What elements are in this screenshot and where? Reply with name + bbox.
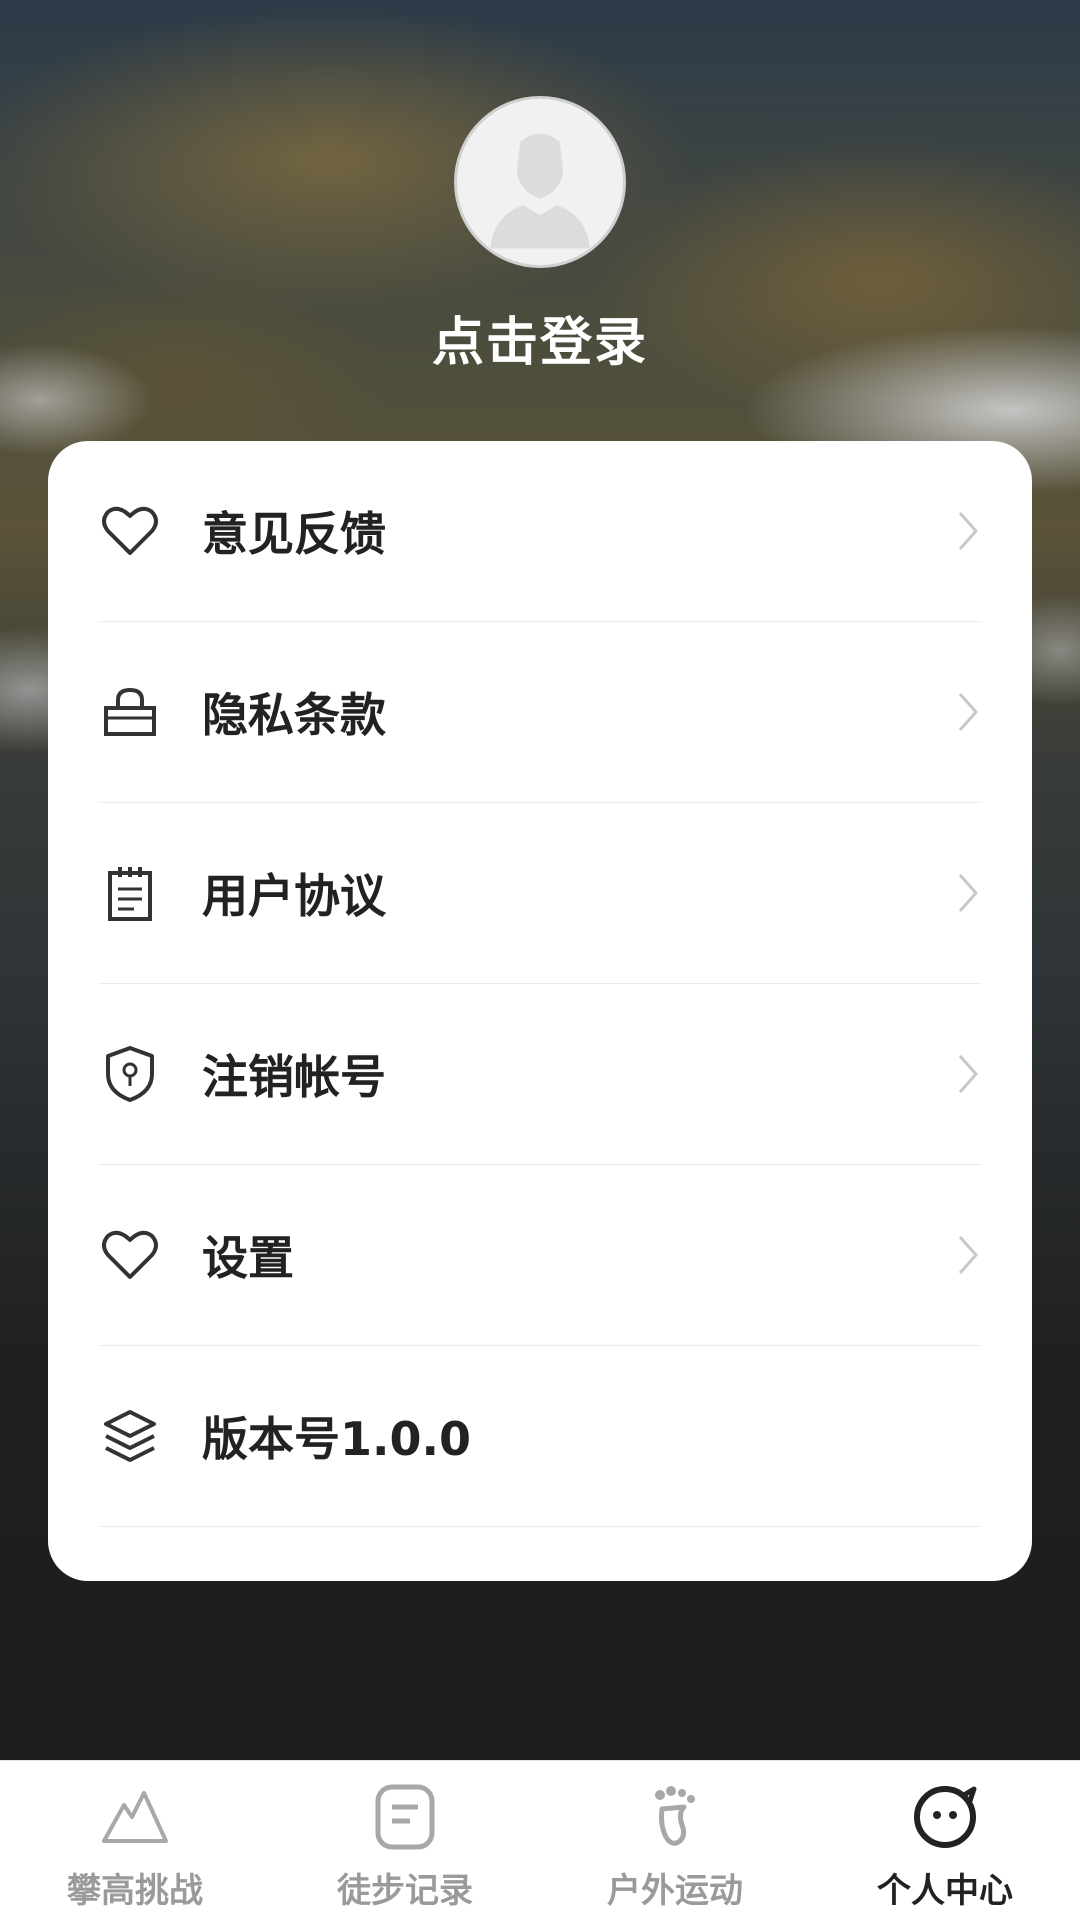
menu-item-label: 用户协议	[202, 869, 386, 923]
heart-icon	[98, 499, 162, 563]
menu-item-user-agreement[interactable]: 用户协议	[98, 803, 982, 984]
bag-lock-icon	[98, 680, 162, 744]
tab-hiking-record[interactable]: 徒步记录	[270, 1761, 540, 1920]
menu-item-settings[interactable]: 设置	[98, 1165, 982, 1346]
menu-item-label: 注销帐号	[202, 1050, 386, 1104]
menu-card: 意见反馈 隐私条款 用户协议 注销帐号 设置 版本号1.0.0	[48, 441, 1032, 1581]
heart-icon	[98, 1223, 162, 1287]
tab-label: 徒步记录	[337, 1871, 473, 1911]
tab-label: 攀高挑战	[67, 1871, 203, 1911]
version-label: 版本号1.0.0	[202, 1412, 471, 1466]
shield-key-icon	[98, 1042, 162, 1106]
tab-label: 户外运动	[607, 1871, 743, 1911]
menu-item-label: 隐私条款	[202, 688, 386, 742]
note-icon	[368, 1779, 442, 1853]
menu-item-feedback[interactable]: 意见反馈	[98, 441, 982, 622]
menu-item-delete-account[interactable]: 注销帐号	[98, 984, 982, 1165]
tab-profile[interactable]: 个人中心	[810, 1761, 1080, 1920]
layers-icon	[98, 1404, 162, 1468]
default-avatar-icon	[457, 99, 623, 265]
mountain-icon	[98, 1779, 172, 1853]
menu-item-version: 版本号1.0.0	[98, 1346, 982, 1527]
tab-label: 个人中心	[877, 1871, 1013, 1911]
bottom-tab-bar: 攀高挑战 徒步记录 户外运动 个人中心	[0, 1760, 1080, 1920]
chevron-right-icon	[954, 1052, 982, 1096]
menu-item-label: 设置	[202, 1231, 294, 1285]
chevron-right-icon	[954, 690, 982, 734]
menu-item-label: 意见反馈	[202, 507, 386, 561]
tab-outdoor-sports[interactable]: 户外运动	[540, 1761, 810, 1920]
avatar[interactable]	[454, 96, 626, 268]
menu-item-privacy[interactable]: 隐私条款	[98, 622, 982, 803]
chevron-right-icon	[954, 1233, 982, 1277]
smiley-face-icon	[908, 1779, 982, 1853]
chevron-right-icon	[954, 871, 982, 915]
footprint-icon	[638, 1779, 712, 1853]
notepad-icon	[98, 861, 162, 925]
login-prompt[interactable]: 点击登录	[0, 300, 1080, 375]
tab-climb-challenge[interactable]: 攀高挑战	[0, 1761, 270, 1920]
chevron-right-icon	[954, 509, 982, 553]
